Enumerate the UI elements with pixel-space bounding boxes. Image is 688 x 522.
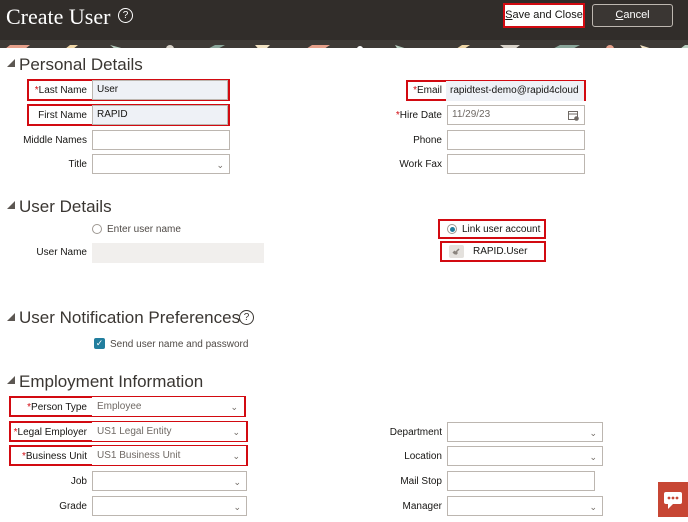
enter-user-name-label: Enter user name (107, 224, 181, 235)
personal-details-title: Personal Details (19, 55, 143, 74)
person-type-value: Employee (97, 401, 142, 412)
linked-account-input[interactable]: RAPID.User (446, 243, 544, 260)
decorative-banner (0, 40, 688, 48)
legal-employer-select[interactable]: US1 Legal Entity ⌄ (92, 422, 246, 441)
business-unit-value: US1 Business Unit (97, 450, 181, 461)
email-input[interactable]: rapidtest-demo@rapid4cloud (446, 81, 584, 101)
chevron-down-icon: ⌄ (230, 402, 238, 412)
chevron-down-icon: ⌄ (589, 452, 597, 462)
phone-input[interactable] (447, 130, 585, 150)
notification-collapse-icon[interactable] (7, 313, 15, 321)
work-fax-input[interactable] (447, 154, 585, 174)
cancel-button[interactable]: Cancel (592, 4, 673, 27)
legal-employer-value: US1 Legal Entity (97, 426, 172, 437)
user-details-title: User Details (19, 197, 112, 216)
manager-label: Manager (402, 501, 442, 512)
hire-date-label-text: Hire Date (399, 110, 442, 121)
link-user-account-label: Link user account (462, 224, 541, 235)
calendar-icon[interactable] (568, 110, 579, 121)
user-name-label: User Name (36, 247, 87, 258)
send-user-name-checkbox[interactable]: ✓ (94, 338, 105, 349)
person-type-label-text: Person Type (31, 402, 87, 413)
link-user-account-radio[interactable] (447, 224, 457, 234)
hire-date-label: *Hire Date (395, 110, 442, 121)
enter-user-name-radio[interactable] (92, 224, 102, 234)
job-label: Job (70, 476, 87, 487)
grade-label: Grade (59, 501, 87, 512)
user-details-collapse-icon[interactable] (7, 201, 15, 209)
work-fax-label: Work Fax (399, 159, 442, 170)
chevron-down-icon: ⌄ (589, 428, 597, 438)
mail-stop-input[interactable] (447, 471, 595, 491)
send-user-name-label: Send user name and password (110, 339, 249, 350)
page-header: Create User ? Save and Close Cancel (0, 0, 688, 40)
page-title: Create User (6, 4, 111, 29)
grade-select[interactable]: ⌄ (92, 496, 247, 516)
last-name-input[interactable]: User (92, 80, 228, 100)
middle-names-label: Middle Names (23, 135, 87, 146)
business-unit-label: *Business Unit (21, 451, 87, 462)
notification-title: User Notification Preferences (19, 308, 241, 327)
first-name-input[interactable]: RAPID (92, 105, 228, 125)
save-and-close-button[interactable]: Save and Close (503, 3, 585, 28)
banner-pattern (0, 45, 688, 48)
first-name-label: First Name (38, 110, 87, 121)
chevron-down-icon: ⌄ (216, 160, 224, 170)
chevron-down-icon: ⌄ (233, 477, 241, 487)
legal-employer-label: *Legal Employer (13, 427, 87, 438)
chat-button[interactable] (658, 482, 688, 517)
title-label: Title (68, 159, 87, 170)
business-unit-select[interactable]: US1 Business Unit ⌄ (92, 446, 246, 465)
notification-help-icon[interactable]: ? (239, 310, 254, 325)
department-label: Department (389, 427, 442, 438)
job-select[interactable]: ⌄ (92, 471, 247, 491)
user-name-input (92, 243, 264, 263)
employment-title: Employment Information (19, 372, 204, 391)
personal-details-collapse-icon[interactable] (7, 59, 15, 67)
business-unit-label-text: Business Unit (25, 451, 87, 462)
chevron-down-icon: ⌄ (232, 451, 240, 461)
email-label-text: Email (416, 85, 442, 96)
department-select[interactable]: ⌄ (447, 422, 603, 442)
location-label: Location (404, 451, 442, 462)
person-type-label: *Person Type (27, 402, 87, 413)
chevron-down-icon: ⌄ (589, 502, 597, 512)
hire-date-input[interactable]: 11/29/23 (447, 105, 585, 125)
manager-select[interactable]: ⌄ (447, 496, 603, 516)
mail-stop-label: Mail Stop (400, 476, 442, 487)
chat-icon (664, 492, 682, 509)
last-name-label-text: Last Name (38, 85, 87, 96)
location-select[interactable]: ⌄ (447, 446, 603, 466)
employment-collapse-icon[interactable] (7, 376, 15, 384)
save-mnemonic: S (505, 9, 513, 21)
email-label: *Email (413, 85, 442, 96)
legal-employer-label-text: Legal Employer (17, 427, 87, 438)
linked-account-value: RAPID.User (473, 246, 528, 257)
middle-names-input[interactable] (92, 130, 230, 150)
hire-date-value: 11/29/23 (452, 109, 491, 120)
help-circle-icon[interactable]: ? (118, 8, 133, 23)
cancel-label-rest: ancel (623, 9, 650, 21)
title-select[interactable]: ⌄ (92, 154, 230, 174)
phone-label: Phone (413, 135, 442, 146)
person-type-select[interactable]: Employee ⌄ (92, 397, 244, 416)
chevron-down-icon: ⌄ (233, 502, 241, 512)
chevron-down-icon: ⌄ (232, 427, 240, 437)
link-icon[interactable] (449, 245, 464, 258)
last-name-label: *Last Name (34, 85, 87, 96)
save-label-rest: ave and Close (512, 9, 583, 21)
